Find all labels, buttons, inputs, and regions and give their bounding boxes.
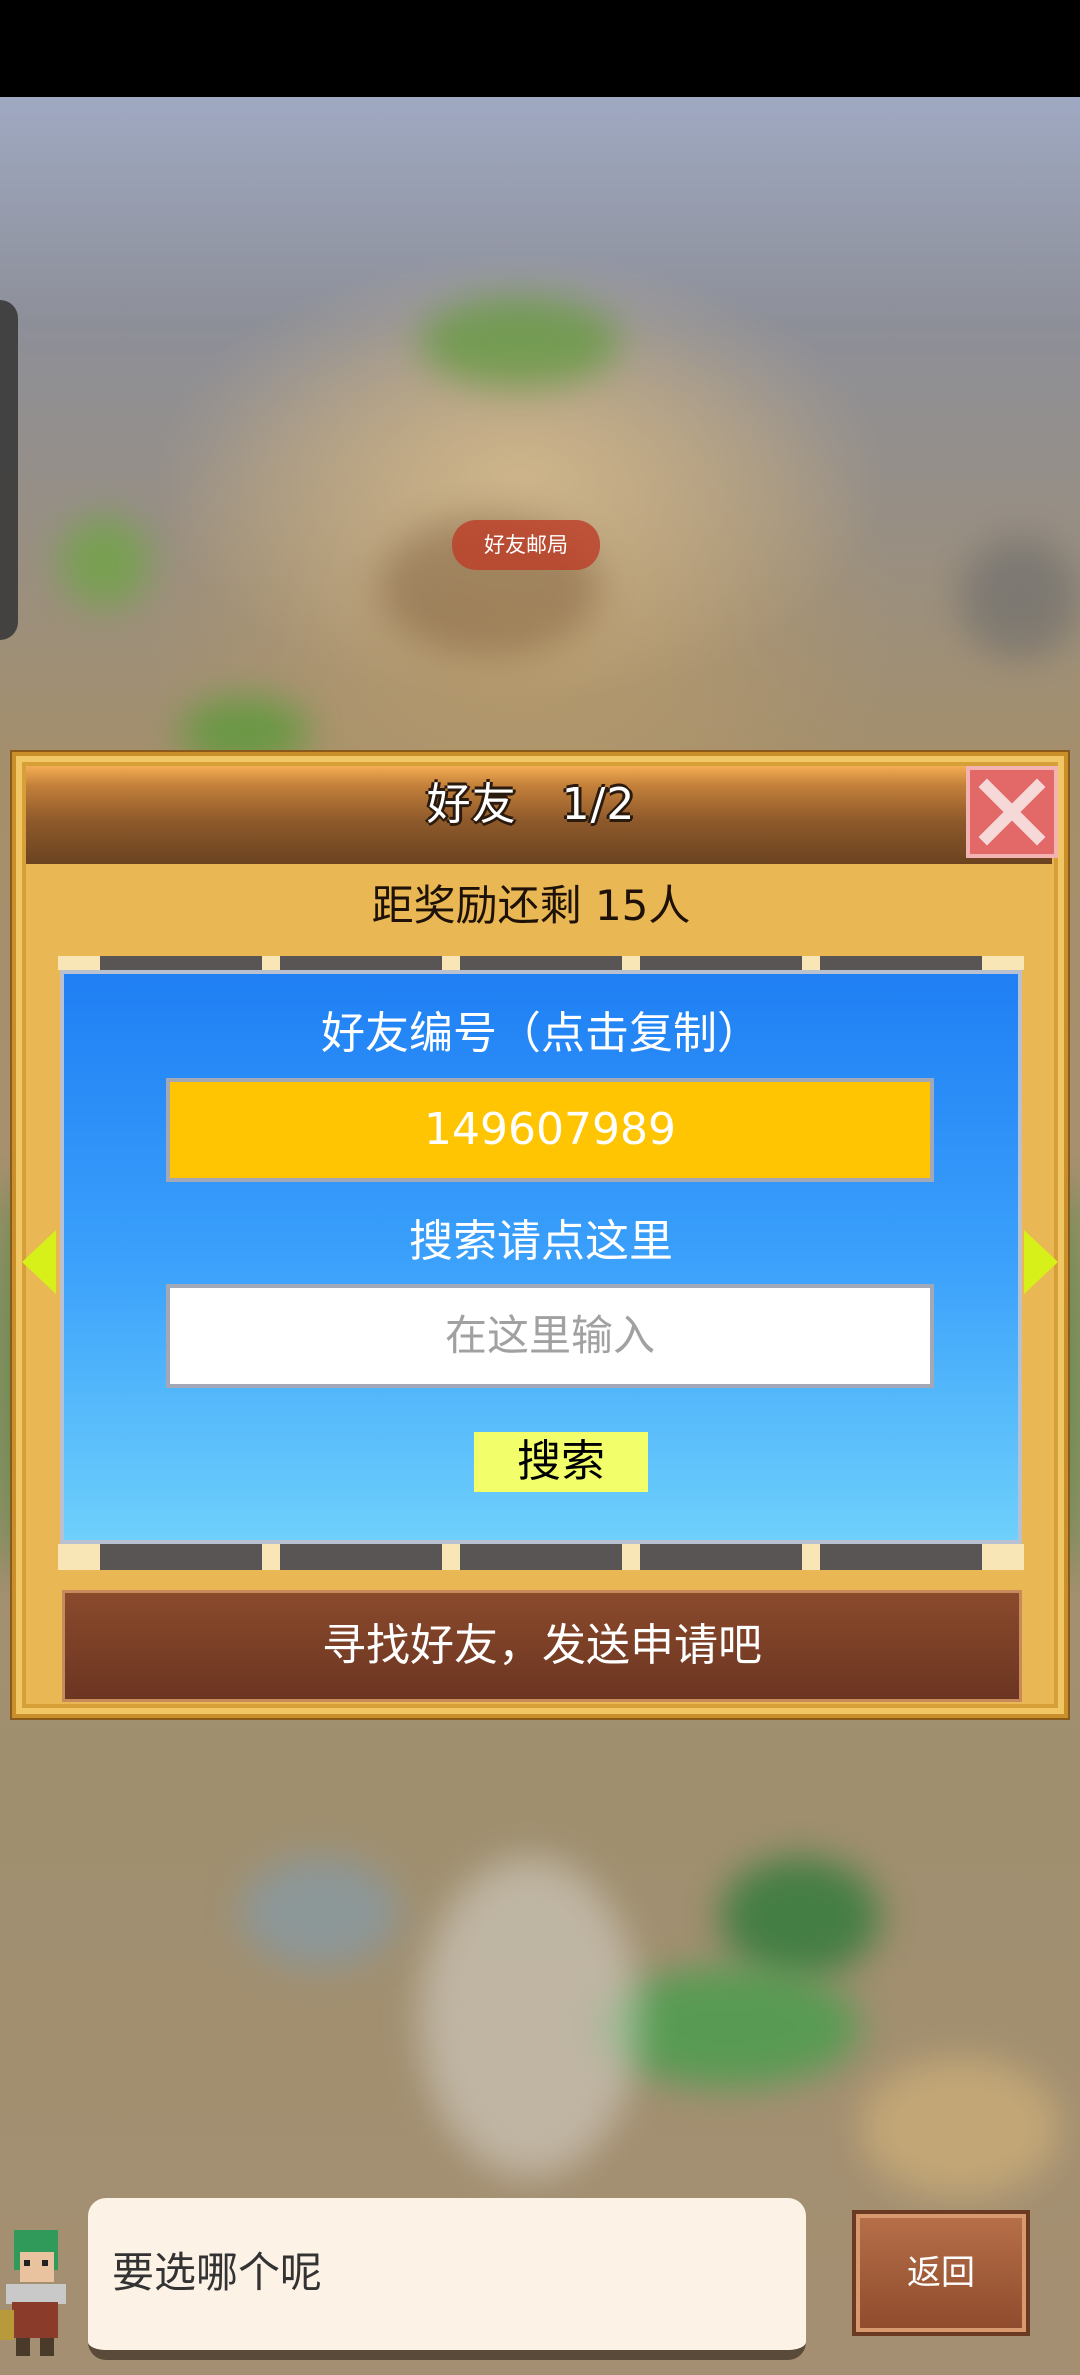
side-drawer-tab[interactable] [0,300,18,640]
find-friends-button[interactable]: 寻找好友，发送申请吧 [62,1590,1022,1702]
arrow-left-icon[interactable] [22,1230,56,1294]
map-building-label[interactable]: 好友邮局 [452,520,600,570]
search-input[interactable]: 在这里输入 [166,1284,934,1388]
friend-code-label: 好友编号（点击复制） [321,1008,761,1059]
search-hint-label: 搜索请点这里 [409,1216,673,1267]
speech-bubble: 要选哪个呢 [88,2198,806,2360]
close-icon [978,778,1046,846]
panel-rail-top [58,956,1024,970]
close-button[interactable] [966,766,1058,858]
reward-progress-text: 距奖励还剩 15人 [371,881,691,930]
dialog-title: 好友 1/2 [426,779,636,830]
back-button[interactable]: 返回 [852,2210,1030,2336]
panel-rail-bottom [58,1544,1024,1570]
character-avatar [0,2200,82,2360]
friends-dialog: 好友 1/2 距奖励还剩 15人 好友编号（点击复制） 149607989 搜索… [12,752,1068,1718]
friend-search-panel: 好友编号（点击复制） 149607989 搜索请点这里 在这里输入 搜索 [60,970,1022,1544]
search-button[interactable]: 搜索 [474,1432,648,1492]
speech-text: 要选哪个呢 [112,2248,323,2297]
friend-code-copy-button[interactable]: 149607989 [166,1078,934,1182]
status-bar [0,0,1080,97]
arrow-right-icon[interactable] [1024,1230,1058,1294]
